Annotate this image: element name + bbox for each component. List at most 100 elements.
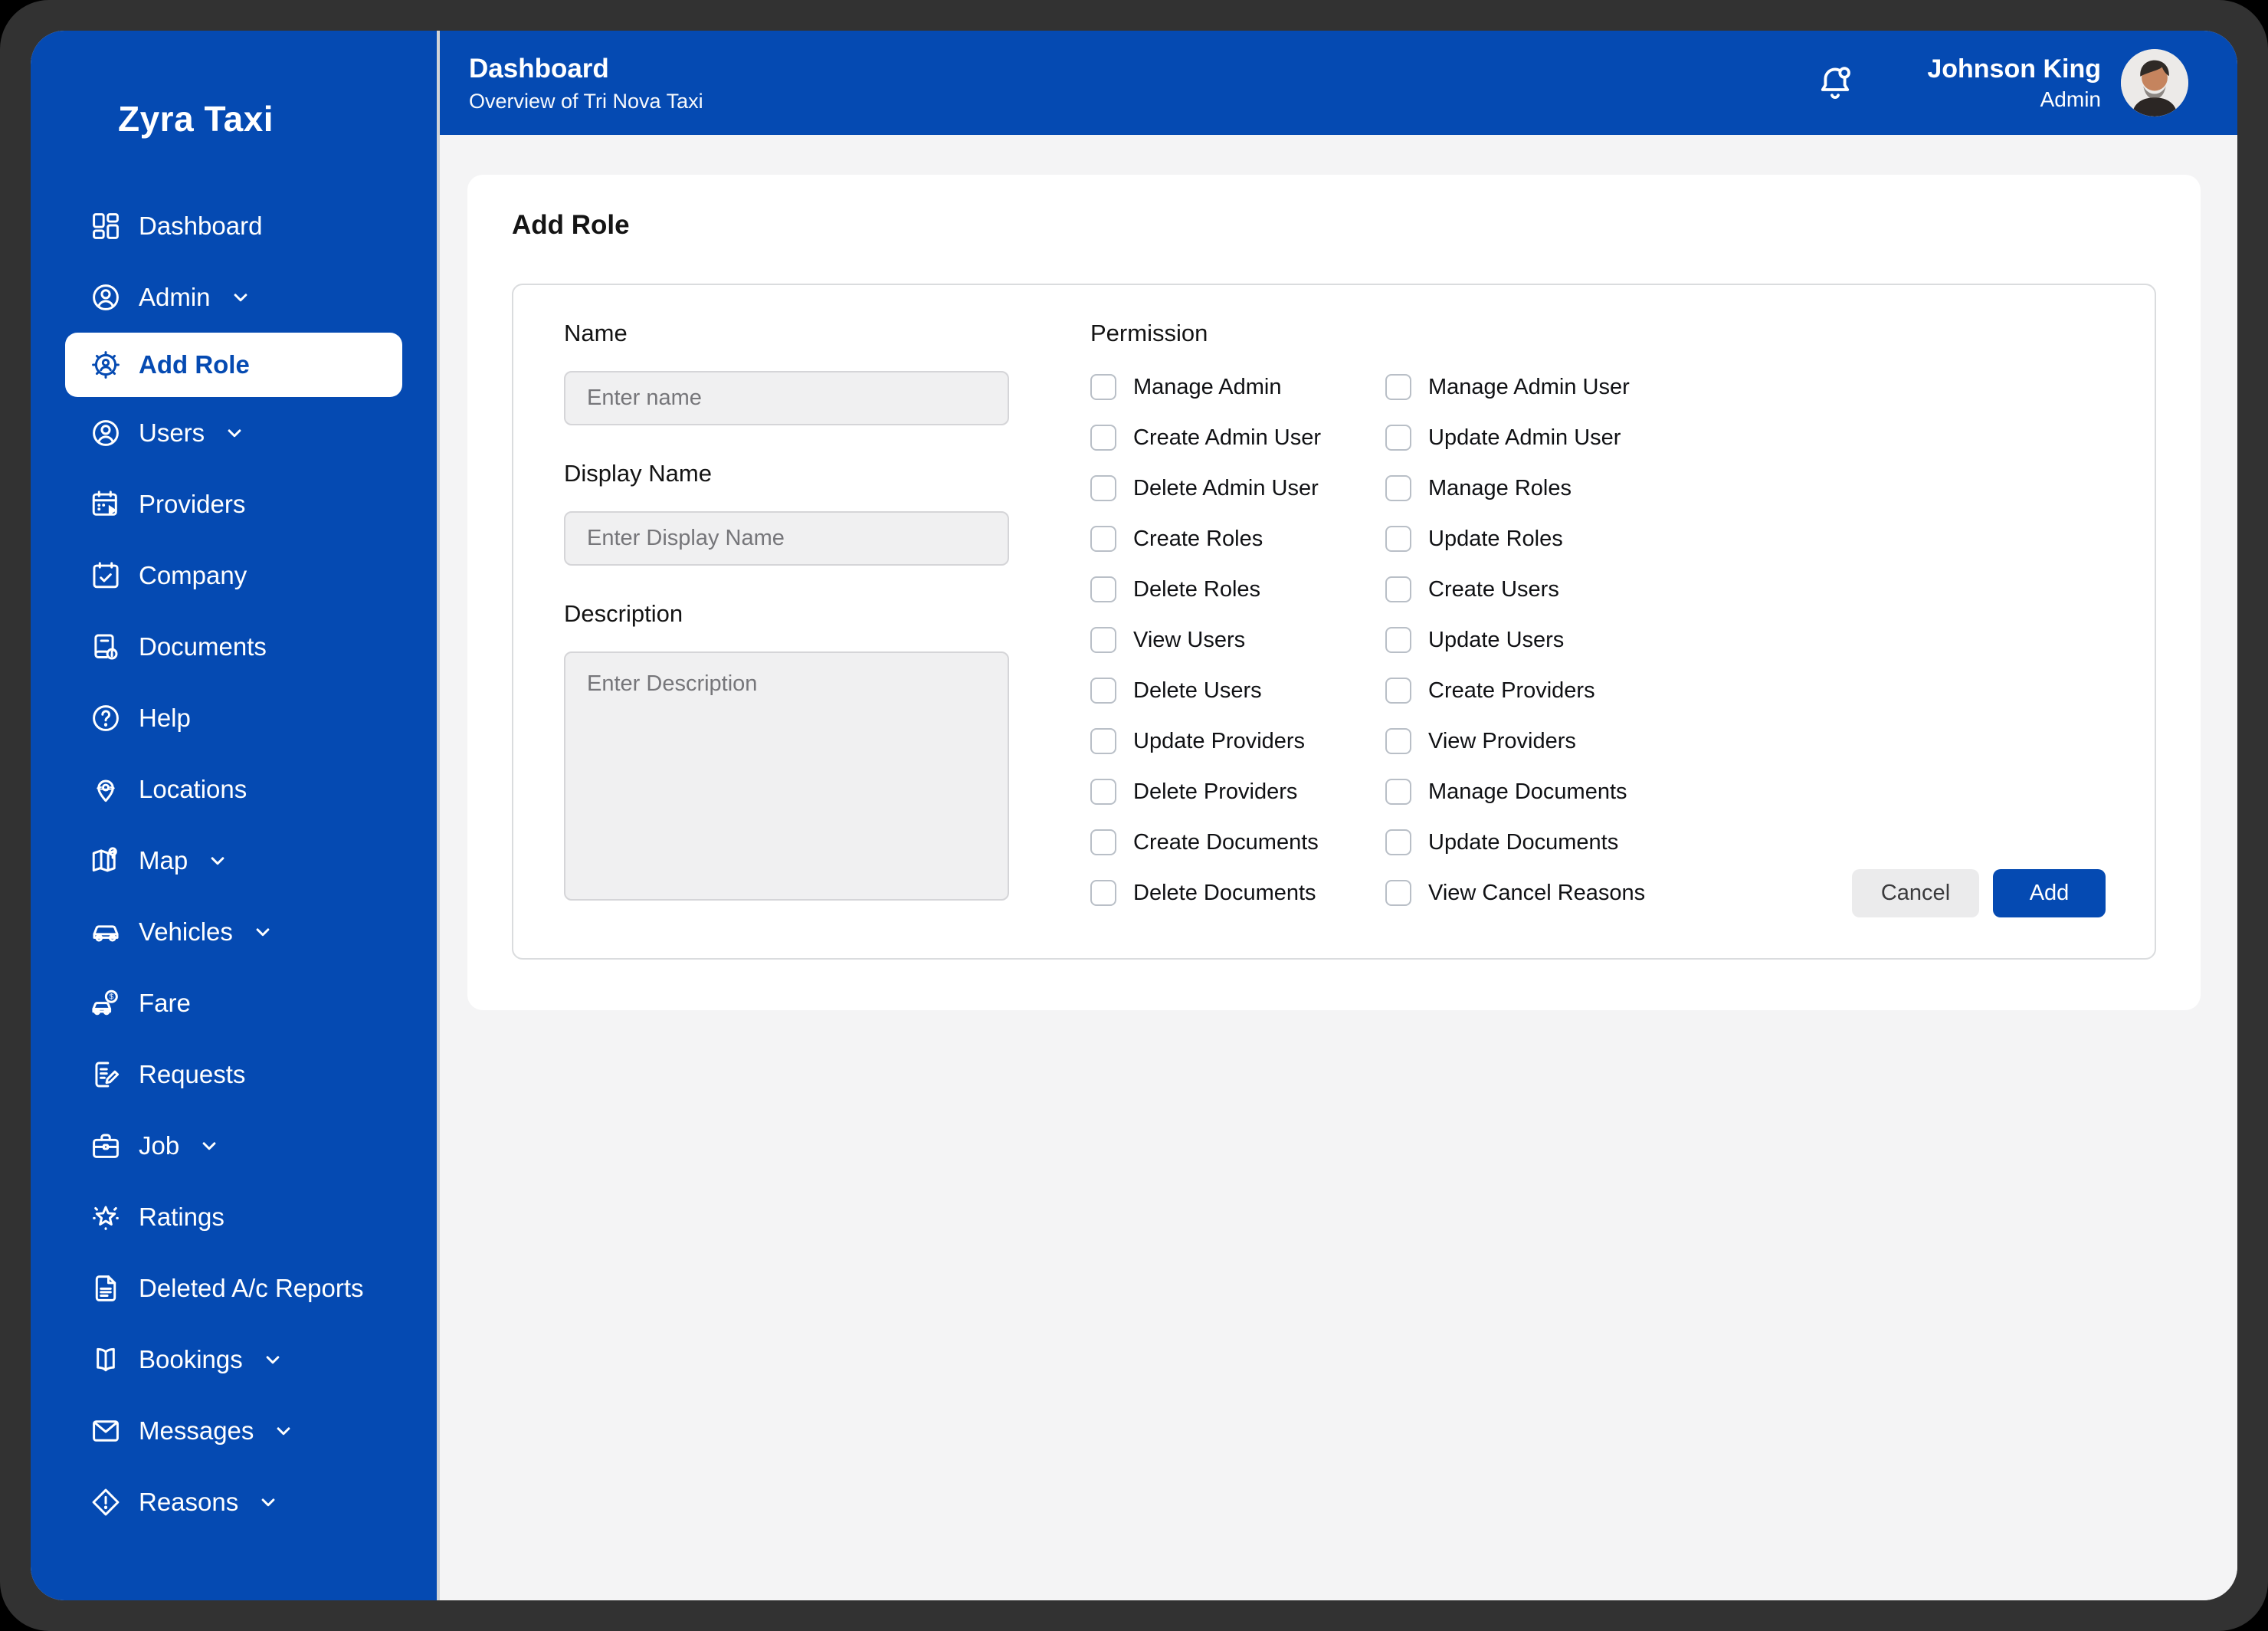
content-area: Add Role Name Display Name <box>440 135 2237 1600</box>
header-right: Johnson King Admin <box>1814 49 2188 116</box>
permission-row-manage-roles: Manage Roles <box>1385 463 1645 514</box>
sidebar-item-providers[interactable]: Providers <box>31 468 437 540</box>
permission-checkbox[interactable] <box>1385 678 1411 704</box>
documents-icon <box>90 631 122 663</box>
permission-checkbox[interactable] <box>1090 728 1116 754</box>
permission-checkbox[interactable] <box>1090 576 1116 602</box>
permission-checkbox[interactable] <box>1385 779 1411 805</box>
providers-icon <box>90 488 122 520</box>
permission-checkbox[interactable] <box>1385 576 1411 602</box>
permission-checkbox[interactable] <box>1385 374 1411 400</box>
permission-row-delete-providers: Delete Providers <box>1090 766 1385 817</box>
cancel-button[interactable]: Cancel <box>1852 869 1979 917</box>
permission-label: Update Admin User <box>1428 425 1621 450</box>
sidebar-item-messages[interactable]: Messages <box>31 1395 437 1466</box>
permission-checkbox[interactable] <box>1090 374 1116 400</box>
users-icon <box>90 417 122 449</box>
permission-checkbox[interactable] <box>1385 829 1411 855</box>
description-field-group: Description <box>564 599 1009 901</box>
reasons-icon <box>90 1486 122 1518</box>
permission-label: Delete Users <box>1133 678 1262 703</box>
sidebar-item-locations[interactable]: Locations <box>31 753 437 825</box>
sidebar-item-label: Documents <box>139 632 267 661</box>
sidebar-item-help[interactable]: Help <box>31 682 437 753</box>
sidebar-item-job[interactable]: Job <box>31 1110 437 1181</box>
dashboard-icon <box>90 210 122 242</box>
add-button[interactable]: Add <box>1993 869 2106 917</box>
description-textarea[interactable] <box>564 651 1009 901</box>
sidebar-item-vehicles[interactable]: Vehicles <box>31 896 437 967</box>
form-actions: Cancel Add <box>1852 869 2106 917</box>
sidebar-item-bookings[interactable]: Bookings <box>31 1324 437 1395</box>
permission-label: Delete Roles <box>1133 576 1261 602</box>
sidebar-item-label: Admin <box>139 282 211 311</box>
sidebar-item-map[interactable]: Map <box>31 825 437 896</box>
user-role: Admin <box>2040 87 2101 111</box>
sidebar-item-documents[interactable]: Documents <box>31 611 437 682</box>
permission-row-create-roles: Create Roles <box>1090 514 1385 564</box>
sidebar-item-deleted-a-c-reports[interactable]: Deleted A/c Reports <box>31 1252 437 1324</box>
sidebar-item-admin[interactable]: Admin <box>31 261 437 333</box>
chevron-down-icon <box>261 1348 284 1371</box>
sidebar-item-users[interactable]: Users <box>31 397 437 468</box>
header-titles: Dashboard Overview of Tri Nova Taxi <box>469 52 703 114</box>
fare-icon: $ <box>90 987 122 1019</box>
permission-checkbox[interactable] <box>1385 627 1411 653</box>
user-meta: Johnson King Admin <box>1927 54 2101 112</box>
permission-checkbox[interactable] <box>1090 475 1116 501</box>
sidebar-item-dashboard[interactable]: Dashboard <box>31 190 437 261</box>
permission-label: Create Documents <box>1133 829 1319 855</box>
permission-checkbox[interactable] <box>1090 526 1116 552</box>
permission-checkbox[interactable] <box>1090 678 1116 704</box>
permission-row-view-cancel-reasons: View Cancel Reasons <box>1385 868 1645 918</box>
permission-row-create-admin-user: Create Admin User <box>1090 412 1385 463</box>
sidebar-item-label: Messages <box>139 1416 254 1445</box>
permission-checkbox[interactable] <box>1090 880 1116 906</box>
description-label: Description <box>564 600 683 627</box>
sidebar-item-fare[interactable]: $ Fare <box>31 967 437 1039</box>
permission-row-update-documents: Update Documents <box>1385 817 1645 868</box>
sidebar-item-ratings[interactable]: Ratings <box>31 1181 437 1252</box>
sidebar-item-company[interactable]: Company <box>31 540 437 611</box>
bell-icon[interactable] <box>1814 61 1857 104</box>
display-name-input[interactable] <box>564 511 1009 566</box>
permission-row-create-users: Create Users <box>1385 564 1645 615</box>
map-icon <box>90 845 122 877</box>
chevron-down-icon <box>206 849 229 872</box>
permission-row-delete-documents: Delete Documents <box>1090 868 1385 918</box>
permission-checkbox[interactable] <box>1385 425 1411 451</box>
permission-checkbox[interactable] <box>1385 880 1411 906</box>
name-field-group: Name <box>564 319 1009 425</box>
sidebar-item-label: Bookings <box>139 1344 243 1373</box>
job-icon <box>90 1130 122 1162</box>
permission-checkbox[interactable] <box>1090 627 1116 653</box>
admin-icon <box>90 281 122 313</box>
chevron-down-icon <box>223 422 246 445</box>
chevron-down-icon <box>272 1419 295 1442</box>
permission-checkbox[interactable] <box>1090 425 1116 451</box>
chevron-down-icon <box>229 286 252 309</box>
sidebar-item-reasons[interactable]: Reasons <box>31 1466 437 1537</box>
permission-checkbox[interactable] <box>1090 779 1116 805</box>
sidebar-item-add-role[interactable]: Add Role <box>65 333 402 397</box>
permission-label: Create Admin User <box>1133 425 1321 450</box>
permission-checkbox[interactable] <box>1385 728 1411 754</box>
permission-row-view-providers: View Providers <box>1385 716 1645 766</box>
avatar[interactable] <box>2121 49 2188 116</box>
permission-section: Permission Manage Admin Create Admin User… <box>1090 319 2155 958</box>
permission-checkbox[interactable] <box>1385 475 1411 501</box>
sidebar-item-requests[interactable]: Requests <box>31 1039 437 1110</box>
permission-checkbox[interactable] <box>1090 829 1116 855</box>
permission-checkbox[interactable] <box>1385 526 1411 552</box>
permission-row-create-documents: Create Documents <box>1090 817 1385 868</box>
permission-label: Manage Roles <box>1428 475 1572 500</box>
permission-label: Manage Documents <box>1428 779 1627 804</box>
chevron-down-icon <box>251 921 274 943</box>
permission-label: Create Roles <box>1133 526 1263 551</box>
add-role-card: Add Role Name Display Name <box>467 175 2201 1010</box>
permission-heading: Permission <box>1090 320 1208 346</box>
sidebar-item-label: Providers <box>139 489 246 518</box>
locations-icon <box>90 773 122 806</box>
name-input[interactable] <box>564 371 1009 425</box>
sidebar-item-label: Deleted A/c Reports <box>139 1273 364 1302</box>
